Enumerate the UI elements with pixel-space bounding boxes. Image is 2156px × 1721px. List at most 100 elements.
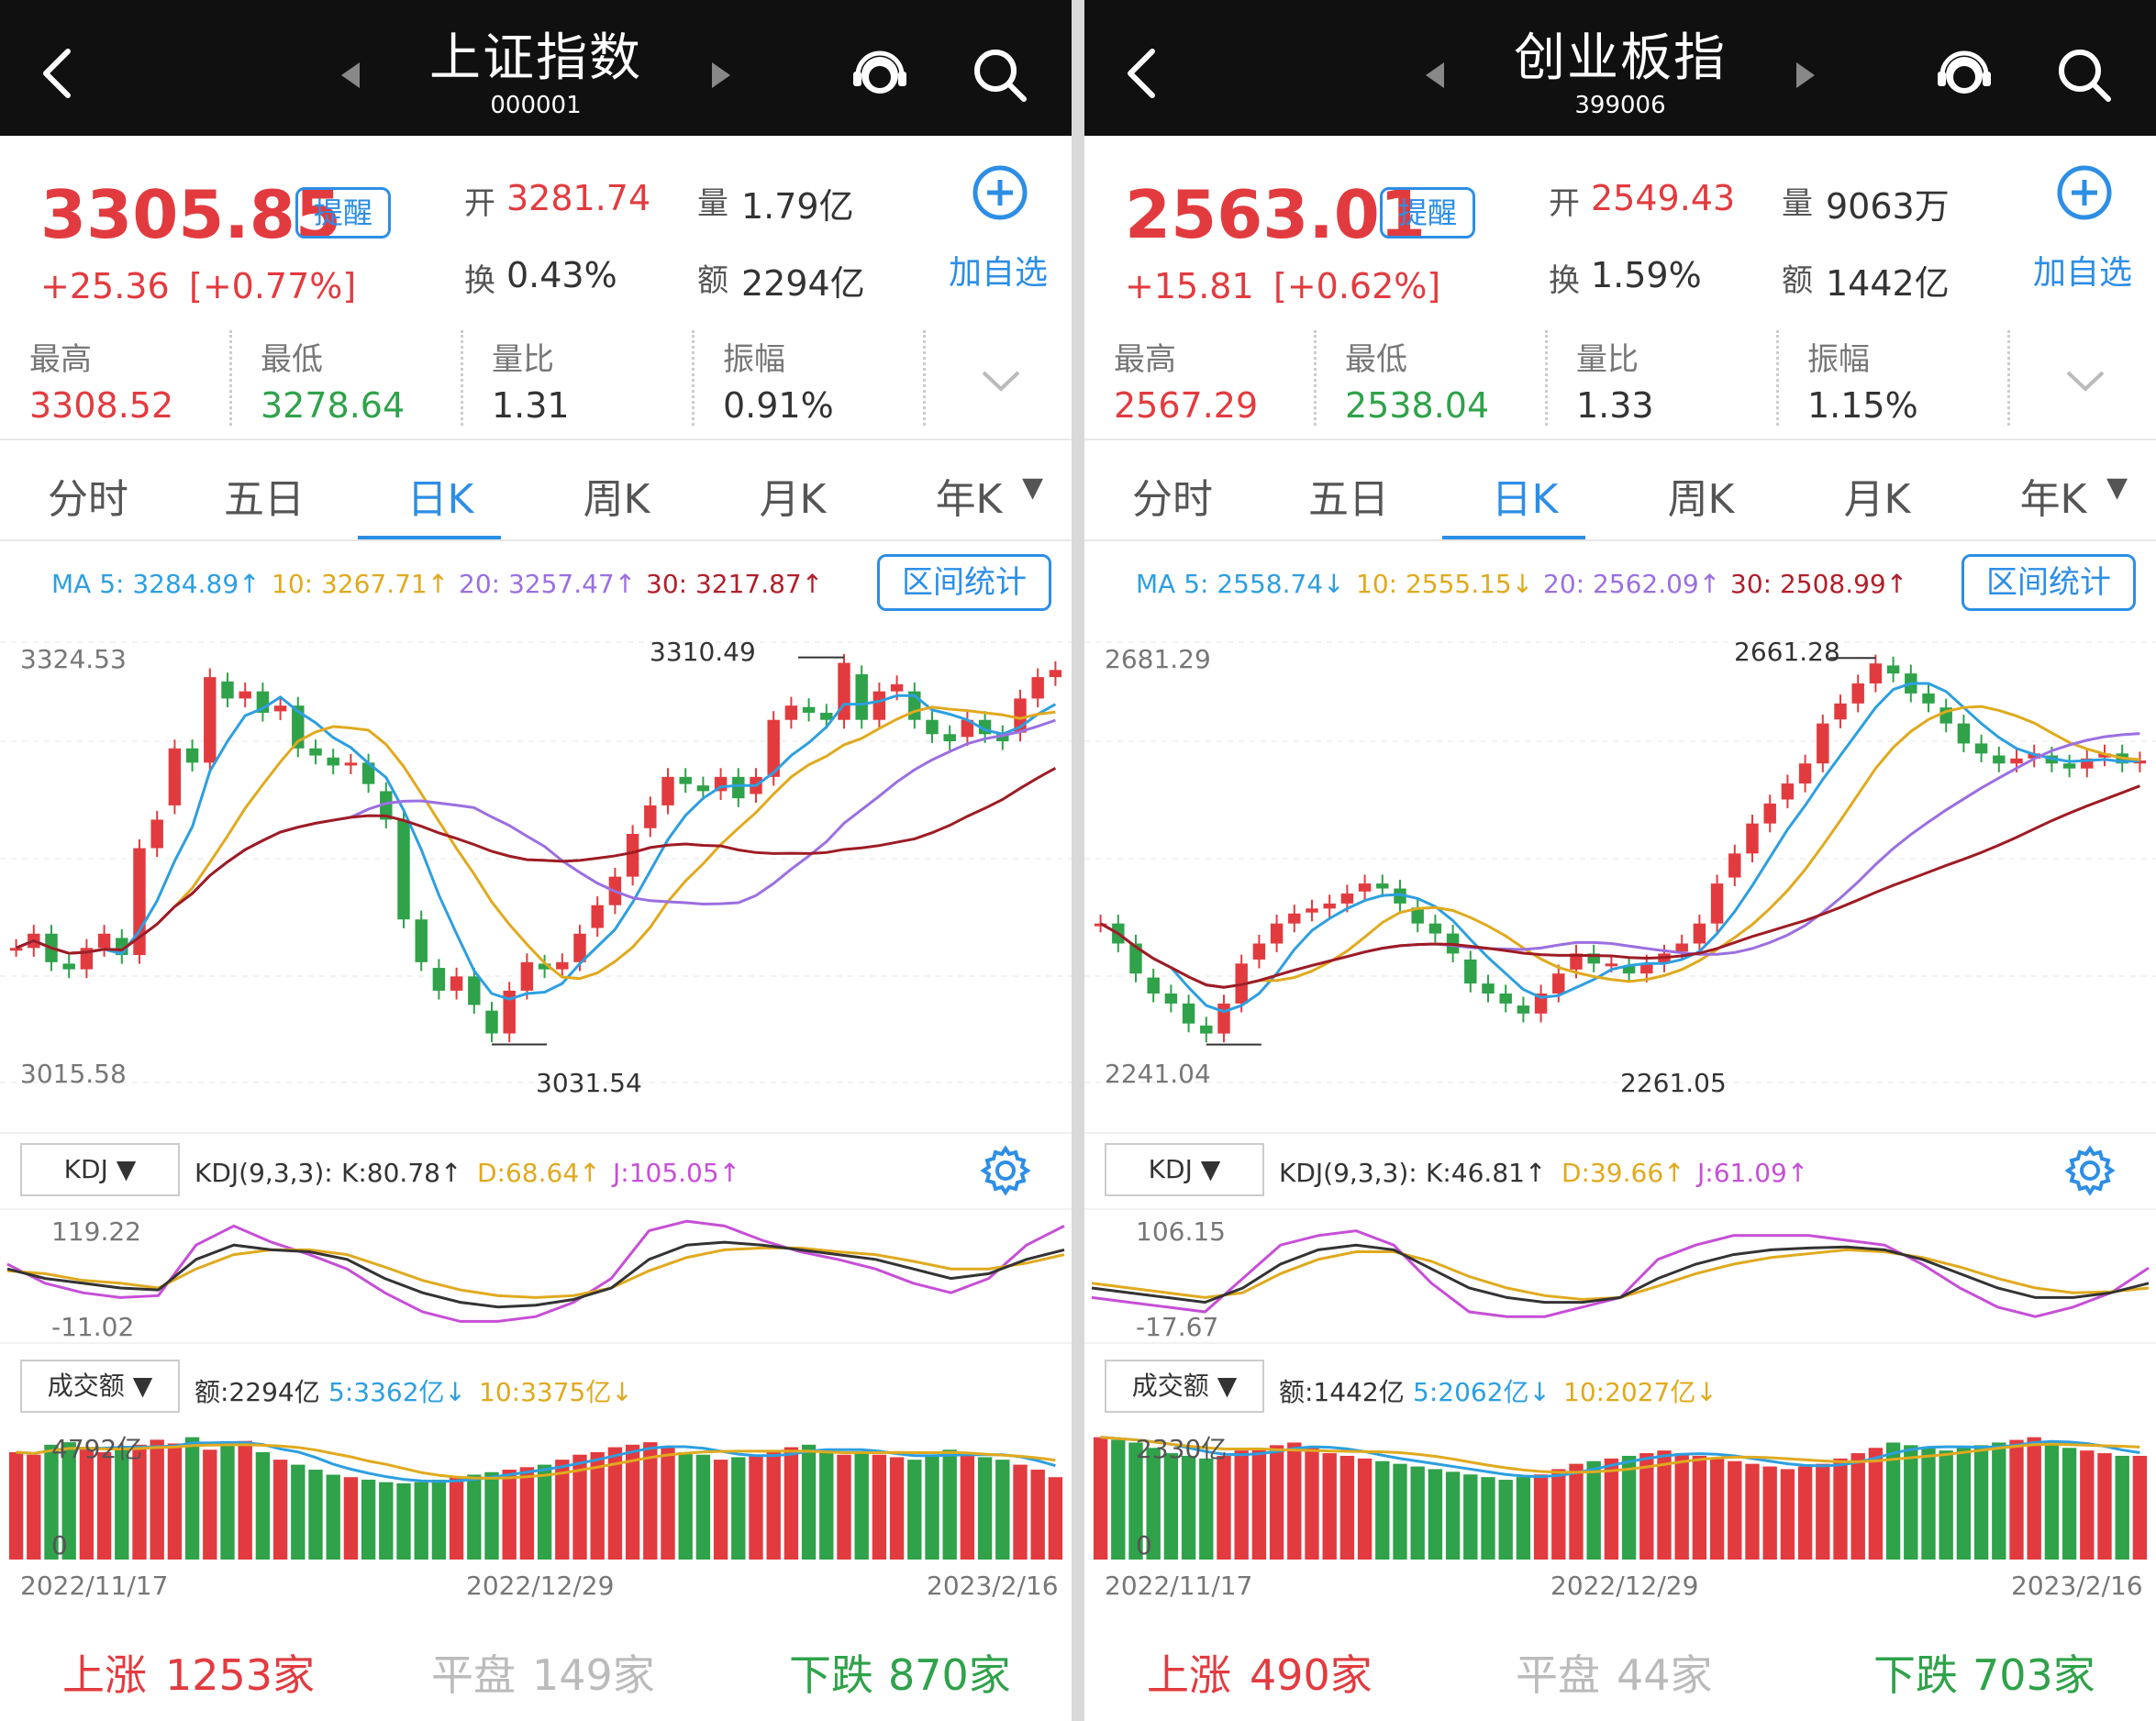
volume-chart[interactable] bbox=[0, 1422, 1072, 1569]
candle bbox=[273, 705, 287, 712]
volume-bar bbox=[343, 1477, 359, 1560]
gear-icon[interactable] bbox=[2062, 1143, 2117, 1198]
tab-4[interactable]: 月K bbox=[1795, 466, 1960, 525]
stat-divider bbox=[229, 330, 232, 426]
change-percent: [+0.62%] bbox=[1273, 266, 1441, 306]
candle bbox=[1306, 908, 1318, 913]
range-stats-button[interactable]: 区间统计 bbox=[1962, 554, 2136, 611]
kdj-chart[interactable] bbox=[0, 1207, 1072, 1345]
volume-bar bbox=[977, 1457, 993, 1560]
stat-value: 3308.52 bbox=[29, 385, 174, 426]
candle bbox=[890, 683, 904, 692]
volume-bar bbox=[1445, 1471, 1461, 1560]
customer-service-icon[interactable] bbox=[851, 48, 908, 103]
candle bbox=[397, 819, 410, 920]
candle bbox=[784, 705, 798, 720]
volume-bar bbox=[396, 1483, 411, 1560]
volume-ma10: 10:3375亿↓ bbox=[479, 1377, 633, 1407]
volume-bar bbox=[1868, 1448, 1884, 1560]
tab-0[interactable]: 分时 bbox=[1090, 466, 1255, 525]
candlestick-chart[interactable] bbox=[1084, 624, 2156, 1110]
volume-bar bbox=[872, 1454, 887, 1560]
tab-1[interactable]: 五日 bbox=[1266, 466, 1431, 525]
volume-bar bbox=[291, 1464, 306, 1560]
search-icon[interactable] bbox=[2055, 46, 2114, 105]
search-icon[interactable] bbox=[971, 46, 1029, 105]
volume-bar bbox=[1030, 1470, 1045, 1560]
tab-4[interactable]: 月K bbox=[710, 466, 875, 525]
plus-circle-icon[interactable] bbox=[971, 163, 1029, 222]
kdj-chart[interactable] bbox=[1084, 1207, 2156, 1345]
min-price-label: 3031.54 bbox=[536, 1068, 642, 1098]
amount-label: 额 bbox=[697, 262, 728, 299]
plus-circle-icon[interactable] bbox=[2055, 163, 2114, 222]
volume-bar bbox=[1357, 1458, 1373, 1560]
volume-bar bbox=[467, 1474, 482, 1560]
candle bbox=[1869, 663, 1883, 684]
indicator-select[interactable]: KDJ ▼ bbox=[1105, 1143, 1264, 1196]
volume-bar bbox=[220, 1442, 235, 1560]
volume-bar bbox=[1463, 1474, 1478, 1560]
candlestick-chart[interactable] bbox=[0, 624, 1072, 1110]
min-price-label: 2261.05 bbox=[1620, 1068, 1727, 1098]
volume-bar bbox=[1904, 1445, 1918, 1560]
alert-button[interactable]: 提醒 bbox=[295, 187, 391, 239]
candle bbox=[1482, 983, 1495, 994]
customer-service-icon[interactable] bbox=[1936, 48, 1993, 103]
add-watchlist-button[interactable]: 加自选 bbox=[2033, 246, 2132, 294]
candle bbox=[432, 968, 446, 991]
indicator-select[interactable]: KDJ ▼ bbox=[20, 1143, 180, 1196]
volume-bar bbox=[766, 1451, 781, 1560]
volume-chart[interactable] bbox=[1084, 1422, 2156, 1569]
turnover-value: 1.59% bbox=[1591, 255, 1702, 295]
volume-bar bbox=[1921, 1448, 1936, 1560]
volume-indicator-select[interactable]: 成交额 ▼ bbox=[1105, 1360, 1264, 1413]
chevron-down-icon[interactable] bbox=[980, 367, 1022, 394]
volume-bar bbox=[326, 1474, 340, 1560]
tab-1[interactable]: 五日 bbox=[182, 466, 347, 525]
candle bbox=[926, 719, 939, 735]
tab-0[interactable]: 分时 bbox=[6, 466, 171, 525]
candle bbox=[97, 933, 111, 949]
volume-bar bbox=[1428, 1469, 1443, 1560]
candle bbox=[626, 834, 639, 877]
stat-label: 量比 bbox=[492, 341, 554, 378]
volume-bar bbox=[2044, 1442, 2060, 1560]
flat-label: 平盘 bbox=[431, 1650, 516, 1700]
volume-bar bbox=[1745, 1463, 1760, 1560]
range-stats-button[interactable]: 区间统计 bbox=[877, 554, 1051, 611]
alert-button[interactable]: 提醒 bbox=[1380, 187, 1475, 239]
volume-bar bbox=[115, 1449, 129, 1560]
candle bbox=[1164, 994, 1178, 1004]
tab-2[interactable]: 日K bbox=[358, 466, 523, 525]
candle bbox=[1270, 923, 1284, 944]
gear-icon[interactable] bbox=[978, 1143, 1033, 1198]
volume-bar bbox=[854, 1451, 869, 1560]
kdj-k: K:46.81↑ bbox=[1426, 1158, 1547, 1188]
add-watchlist-button[interactable]: 加自选 bbox=[949, 246, 1048, 294]
tab-2[interactable]: 日K bbox=[1442, 466, 1607, 525]
max-price-label: 3310.49 bbox=[650, 637, 756, 667]
volume-bar bbox=[449, 1477, 464, 1560]
candle bbox=[185, 748, 199, 763]
volume-bar bbox=[1956, 1448, 1972, 1560]
open-value: 3281.74 bbox=[506, 178, 651, 218]
tab-3[interactable]: 周K bbox=[1618, 466, 1784, 525]
chevron-left-icon[interactable] bbox=[1121, 46, 1161, 101]
kdj-axis-top: 106.15 bbox=[1136, 1216, 1226, 1247]
triangle-right-icon[interactable] bbox=[1795, 61, 1817, 90]
candle bbox=[644, 805, 657, 828]
volume-bar bbox=[1709, 1458, 1725, 1560]
stat-value: 2567.29 bbox=[1114, 385, 1259, 426]
chevron-left-icon[interactable] bbox=[37, 46, 77, 101]
volume-bar bbox=[907, 1460, 922, 1560]
stat-label: 振幅 bbox=[1807, 341, 1870, 378]
volume-indicator-select[interactable]: 成交额 ▼ bbox=[20, 1360, 180, 1413]
volume-bar bbox=[695, 1454, 711, 1560]
volume-bar bbox=[484, 1471, 499, 1560]
tab-3[interactable]: 周K bbox=[534, 466, 699, 525]
volume-bar bbox=[661, 1447, 675, 1560]
candle bbox=[661, 776, 674, 805]
triangle-right-icon[interactable] bbox=[710, 61, 732, 90]
chevron-down-icon[interactable] bbox=[2064, 367, 2106, 394]
